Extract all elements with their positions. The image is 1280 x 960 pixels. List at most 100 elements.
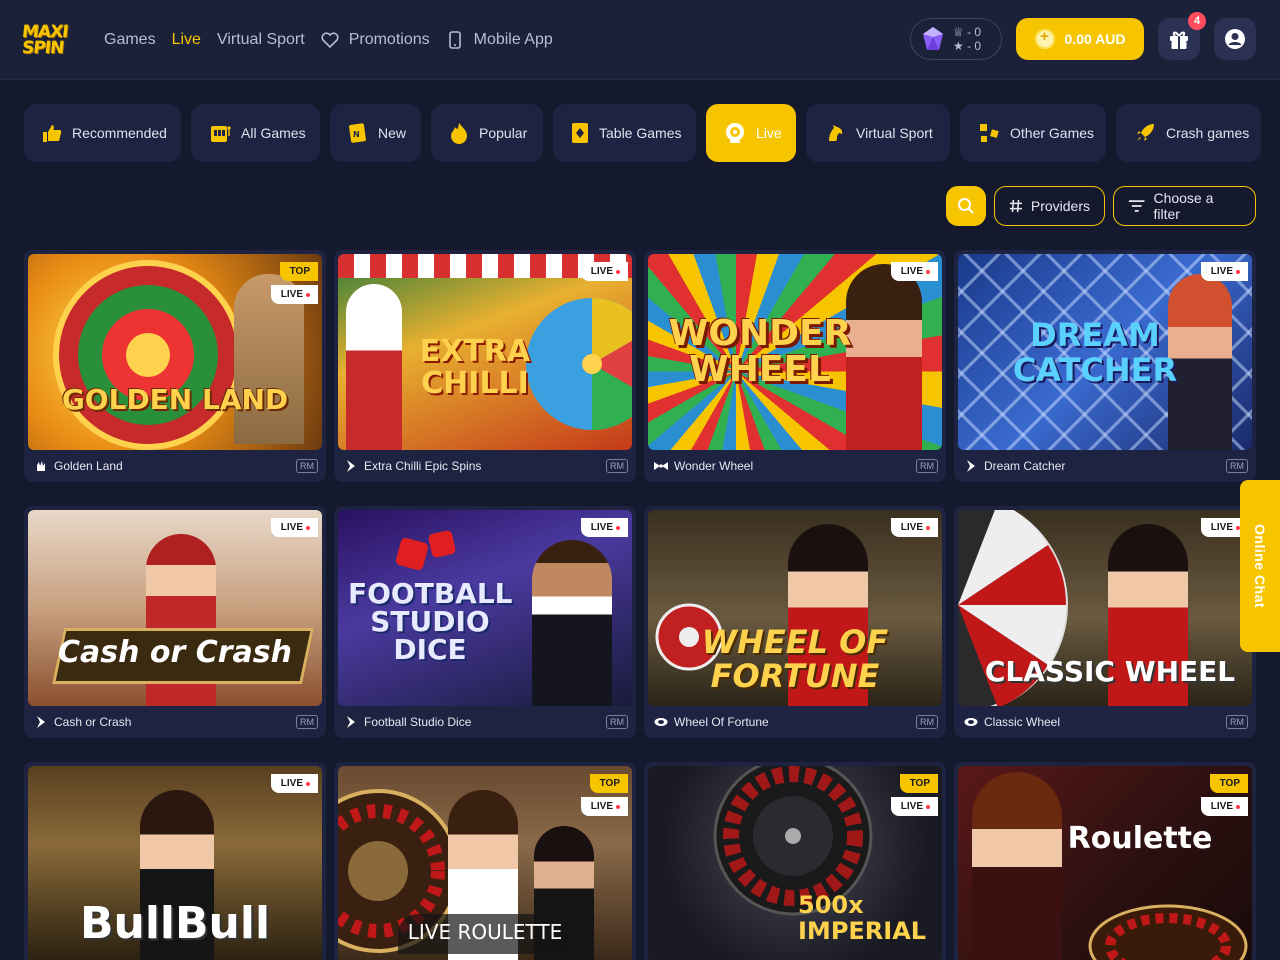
gift-button[interactable]: 4 <box>1158 12 1206 60</box>
game-thumbnail: LIVE ROULETTE TOP LIVE <box>338 766 632 960</box>
nav-virtual-sport-label: Virtual Sport <box>216 31 305 48</box>
tab-all-games-label: All Games <box>241 125 306 141</box>
card-footer: Classic Wheel RM <box>954 706 1256 738</box>
tab-all-games[interactable]: All Games <box>191 104 320 162</box>
game-thumbnail: EXTRA CHILLI LIVE <box>338 254 632 450</box>
game-tags: LIVE <box>890 518 938 537</box>
svg-text:N: N <box>353 130 360 139</box>
game-card-extra-chilli-epic-spins[interactable]: EXTRA CHILLI LIVE Extra Chilli Epic Spin… <box>334 250 636 482</box>
game-card-dream-catcher[interactable]: DREAM CATCHER LIVE Dream Catcher RM <box>954 250 1256 482</box>
trophy-count: - 0 <box>967 25 982 39</box>
profile-button[interactable] <box>1214 18 1256 60</box>
choose-filter-button[interactable]: Choose a filter <box>1113 186 1256 226</box>
live-tag-text: LIVE <box>1210 801 1233 812</box>
live-dot <box>926 804 930 809</box>
game-tags: TOP LIVE <box>580 774 628 816</box>
game-name: Wheel Of Fortune <box>674 715 769 729</box>
game-thumbnail: WHEEL OF FORTUNE LIVE <box>648 510 942 706</box>
game-card-roulette-european[interactable]: Roulette TOP LIVE <box>954 762 1256 960</box>
tab-crash-games-label: Crash games <box>1166 125 1250 141</box>
game-thumbnail: CLASSIC WHEEL LIVE <box>958 510 1252 706</box>
online-chat-label: Online Chat <box>1252 523 1268 609</box>
host-figure <box>846 264 922 450</box>
card-footer: Football Studio Dice RM <box>334 706 636 738</box>
card-footer: Wonder Wheel RM <box>644 450 946 482</box>
game-card-live-roulette[interactable]: LIVE ROULETTE TOP LIVE <box>334 762 636 960</box>
top-header: MAXI SPIN Games Live Virtual Sport Promo… <box>0 0 1280 80</box>
nav-games[interactable]: Games <box>104 28 156 52</box>
loyalty-stats: ♕ - 0 ★ - 0 <box>953 25 981 53</box>
dice-art-2 <box>427 529 457 559</box>
tab-recommended-label: Recommended <box>72 125 167 141</box>
star-count: - 0 <box>967 39 982 53</box>
game-card-classic-wheel[interactable]: CLASSIC WHEEL LIVE Classic Wheel RM <box>954 506 1256 738</box>
nav-mobile-app-label: Mobile App <box>473 31 553 48</box>
game-card-wonder-wheel[interactable]: WONDER WHEEL LIVE Wonder Wheel RM <box>644 250 946 482</box>
game-card-bullbull[interactable]: BullBull LIVE <box>24 762 326 960</box>
roulette-wheel-art <box>1088 904 1248 960</box>
star-stat: ★ - 0 <box>953 39 982 53</box>
live-tag: LIVE <box>270 774 318 793</box>
loyalty-level-box[interactable]: ♕ - 0 ★ - 0 <box>910 18 1002 60</box>
game-thumbnail: WONDER WHEEL LIVE <box>648 254 942 450</box>
nav-promotions[interactable]: Promotions <box>321 28 430 52</box>
game-name: Wonder Wheel <box>674 459 754 473</box>
tab-virtual-sport[interactable]: Virtual Sport <box>806 104 950 162</box>
game-art-title: 500x IMPERIAL <box>798 891 927 946</box>
site-logo[interactable]: MAXI SPIN <box>20 22 74 58</box>
nav-live[interactable]: Live <box>172 28 201 52</box>
game-card-cash-or-crash[interactable]: Cash or Crash LIVE Cash or Crash RM <box>24 506 326 738</box>
logo-text-bottom: SPIN <box>20 38 65 58</box>
tab-crash-games[interactable]: Crash games <box>1116 104 1261 162</box>
game-tags: TOP LIVE <box>1200 774 1248 816</box>
live-tag-text: LIVE <box>590 522 613 533</box>
top-tag: TOP <box>279 262 318 281</box>
live-tag: LIVE <box>580 797 628 816</box>
search-button[interactable] <box>946 186 986 226</box>
rm-badge: RM <box>606 459 628 473</box>
live-tag-text: LIVE <box>590 266 613 277</box>
filter-bar: Providers Choose a filter <box>946 186 1256 226</box>
live-dot <box>616 269 620 274</box>
tab-recommended[interactable]: Recommended <box>24 104 181 162</box>
live-tag: LIVE <box>1200 797 1248 816</box>
rm-badge: RM <box>296 459 318 473</box>
game-card-football-studio-dice[interactable]: FOOTBALL STUDIO DICE LIVE Football Studi… <box>334 506 636 738</box>
live-dot <box>926 525 930 530</box>
nav-virtual-sport[interactable]: Virtual Sport <box>217 28 305 52</box>
tab-table-games[interactable]: Table Games <box>553 104 696 162</box>
rocket-icon <box>1134 122 1156 144</box>
live-tag: LIVE <box>890 797 938 816</box>
game-card-golden-land[interactable]: GOLDEN LAND TOP LIVE Golden Land RM <box>24 250 326 482</box>
providers-button[interactable]: Providers <box>994 186 1105 226</box>
live-tag-text: LIVE <box>1210 266 1233 277</box>
provider-arrow-icon <box>344 715 358 729</box>
tab-live[interactable]: Live <box>706 104 796 162</box>
tab-new[interactable]: N New <box>330 104 421 162</box>
live-tag-text: LIVE <box>590 801 613 812</box>
game-card-wheel-of-fortune[interactable]: WHEEL OF FORTUNE LIVE Wheel Of Fortune R… <box>644 506 946 738</box>
main-nav: Games Live Virtual Sport Promotions Mobi… <box>104 28 569 52</box>
game-name: Football Studio Dice <box>364 715 472 729</box>
live-tag-text: LIVE <box>900 266 923 277</box>
balance-deposit-button[interactable]: 0.00 AUD <box>1016 18 1144 60</box>
nav-promotions-label: Promotions <box>348 31 430 48</box>
host-figure <box>972 772 1062 960</box>
gift-icon <box>1170 31 1188 49</box>
game-thumbnail: Cash or Crash LIVE <box>28 510 322 706</box>
nav-mobile-app[interactable]: Mobile App <box>446 28 553 52</box>
live-dot <box>1236 804 1240 809</box>
online-chat-tab[interactable]: Online Chat <box>1240 480 1280 652</box>
card-footer: Wheel Of Fortune RM <box>644 706 946 738</box>
game-card-auto-roulette-imperial[interactable]: 500x IMPERIAL TOP LIVE <box>644 762 946 960</box>
tab-popular[interactable]: Popular <box>431 104 543 162</box>
game-art-title: CLASSIC WHEEL <box>984 655 1236 688</box>
game-thumbnail: GOLDEN LAND TOP LIVE <box>28 254 322 450</box>
game-art-title: EXTRA CHILLI <box>419 334 531 401</box>
provider-arrow-icon <box>34 715 48 729</box>
nav-games-label: Games <box>104 31 156 48</box>
filter-lines-icon <box>1128 200 1145 212</box>
game-tags: LIVE <box>270 518 318 537</box>
game-tags: LIVE <box>580 518 628 537</box>
tab-other-games[interactable]: Other Games <box>960 104 1106 162</box>
